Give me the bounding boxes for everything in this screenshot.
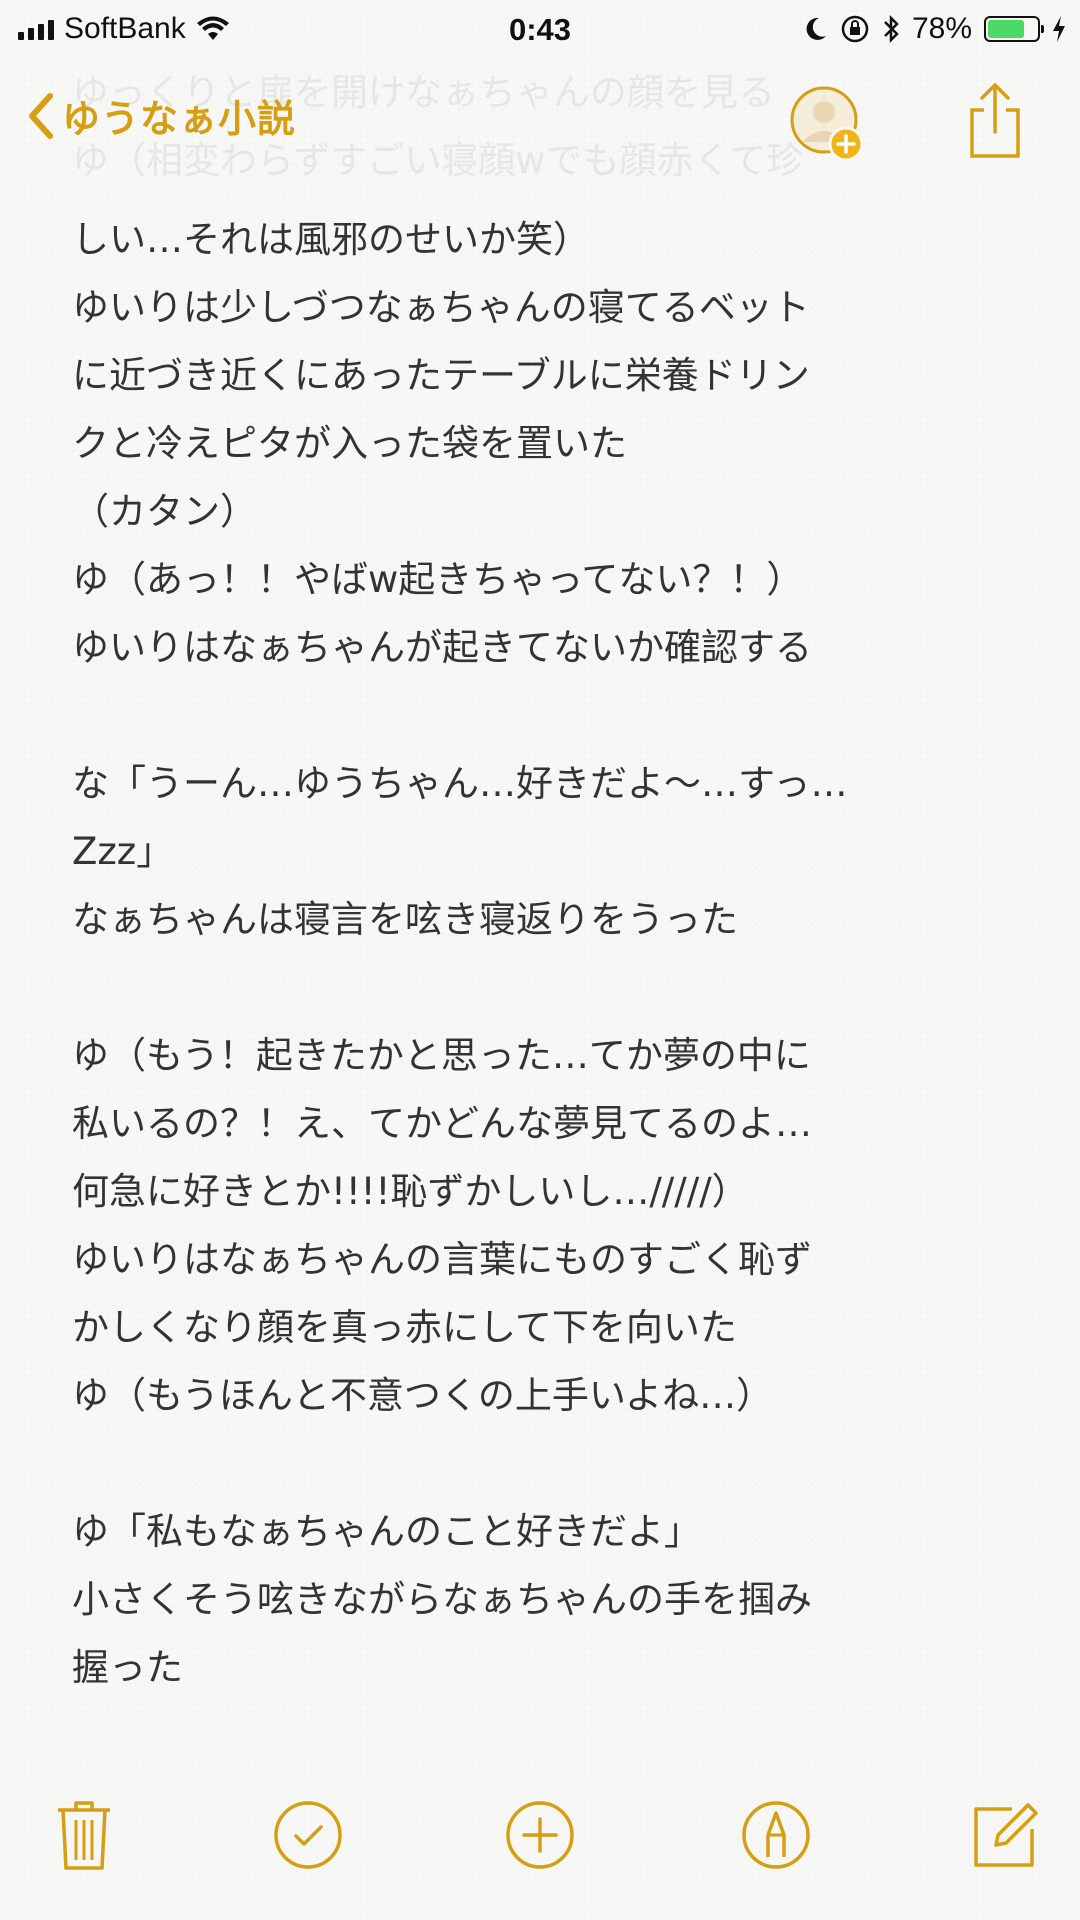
note-line	[72, 1430, 1032, 1498]
note-line: ゆ「私もなぁちゃんのこと好きだよ」	[72, 1510, 701, 1553]
note-line: ゆ（もう！起きたかと思った…てか夢の中に	[72, 1034, 811, 1077]
note-line: （カタン）	[72, 490, 257, 533]
charging-icon	[1053, 16, 1065, 42]
note-line: 私いるの？！え、てかどんな夢見てるのよ…	[72, 1102, 812, 1145]
note-line: ゆいりはなぁちゃんの言葉にものすごく恥ず	[72, 1238, 812, 1281]
status-bar: SoftBank 0:43 78%	[0, 0, 1080, 60]
add-person-icon	[790, 86, 864, 162]
checklist-button[interactable]	[268, 1790, 348, 1880]
markup-icon	[742, 1801, 810, 1869]
note-line: クと冷えピタが入った袋を置いた	[72, 422, 627, 465]
note-line: ゆいりはなぁちゃんが起きてないか確認する	[72, 626, 812, 669]
trash-icon	[58, 1801, 110, 1870]
moon-icon	[806, 17, 826, 40]
note-line	[72, 682, 1032, 750]
note-line: かしくなり顔を真っ赤にして下を向いた	[72, 1306, 737, 1349]
share-button[interactable]	[966, 80, 1024, 160]
add-people-button[interactable]	[788, 84, 868, 164]
battery-icon	[984, 16, 1044, 42]
bluetooth-icon	[884, 14, 899, 44]
bottom-toolbar	[0, 1790, 1080, 1900]
rotation-lock-icon	[841, 15, 869, 43]
note-line: 小さくそう呟きながらなぁちゃんの手を掴み	[72, 1578, 812, 1621]
markup-button[interactable]	[736, 1790, 816, 1880]
note-line: 何急に好きとか!!!!恥ずかしいし…/////）	[72, 1170, 749, 1213]
back-button[interactable]: ゆうなぁ小説	[26, 88, 296, 143]
delete-button[interactable]	[44, 1790, 124, 1880]
note-line: ゆいりは少しづつなぁちゃんの寝てるベット	[72, 286, 810, 329]
note-line: ゆ（あっ！！やばw起きちゃってない？！）	[72, 558, 804, 601]
add-icon	[506, 1801, 574, 1869]
compose-button[interactable]	[966, 1790, 1046, 1880]
note-line: Zzz」	[72, 830, 174, 873]
checklist-icon	[274, 1801, 342, 1869]
note-body[interactable]: しい…それは風邪のせいか笑） ゆいりは少しづつなぁちゃんの寝てるベット に近づき近く…	[72, 206, 1032, 1702]
battery-percent: 78%	[911, 12, 972, 45]
note-line: ゆ（もうほんと不意つくの上手いよね…）	[72, 1374, 774, 1417]
note-line: しい…それは風邪のせいか笑）	[72, 218, 590, 261]
add-button[interactable]	[500, 1790, 580, 1880]
chevron-left-icon	[29, 92, 53, 139]
note-line	[72, 954, 1032, 1022]
compose-icon	[974, 1803, 1038, 1867]
note-line: に近づき近くにあったテーブルに栄養ドリン	[72, 354, 810, 397]
back-label: ゆうなぁ小説	[62, 97, 297, 141]
note-line: 握った	[72, 1646, 183, 1689]
status-right: 78%	[804, 12, 1066, 46]
note-line: な「うーん…ゆうちゃん…好きだよ〜…すっ…	[72, 762, 848, 805]
note-line: なぁちゃんは寝言を呟き寝返りをうった	[72, 898, 738, 941]
share-icon	[970, 83, 1020, 158]
nav-bar: ゆうなぁ小説	[0, 62, 1080, 172]
